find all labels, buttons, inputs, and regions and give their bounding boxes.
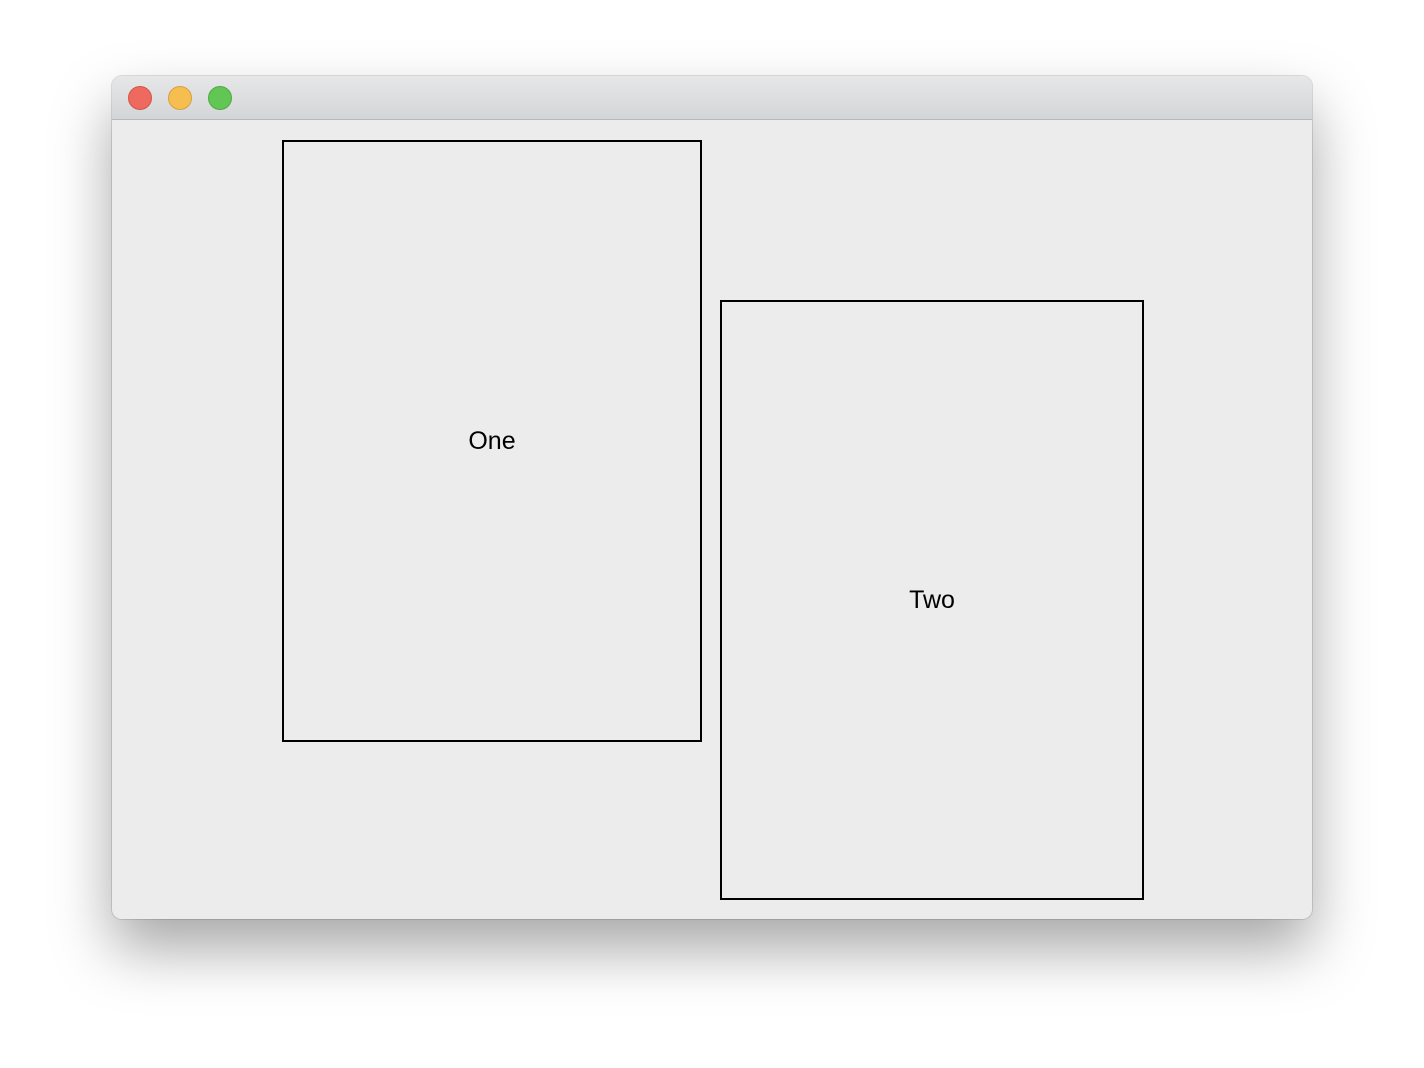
minimize-icon[interactable] xyxy=(168,86,192,110)
close-icon[interactable] xyxy=(128,86,152,110)
zoom-icon[interactable] xyxy=(208,86,232,110)
window-content: One Two xyxy=(112,120,1312,919)
panel-two-label: Two xyxy=(909,585,955,614)
app-window: One Two xyxy=(112,76,1312,919)
panel-two: Two xyxy=(720,300,1144,900)
desktop: One Two xyxy=(0,0,1424,1068)
panel-one: One xyxy=(282,140,702,742)
panel-one-label: One xyxy=(468,426,516,455)
title-bar[interactable] xyxy=(112,76,1312,120)
